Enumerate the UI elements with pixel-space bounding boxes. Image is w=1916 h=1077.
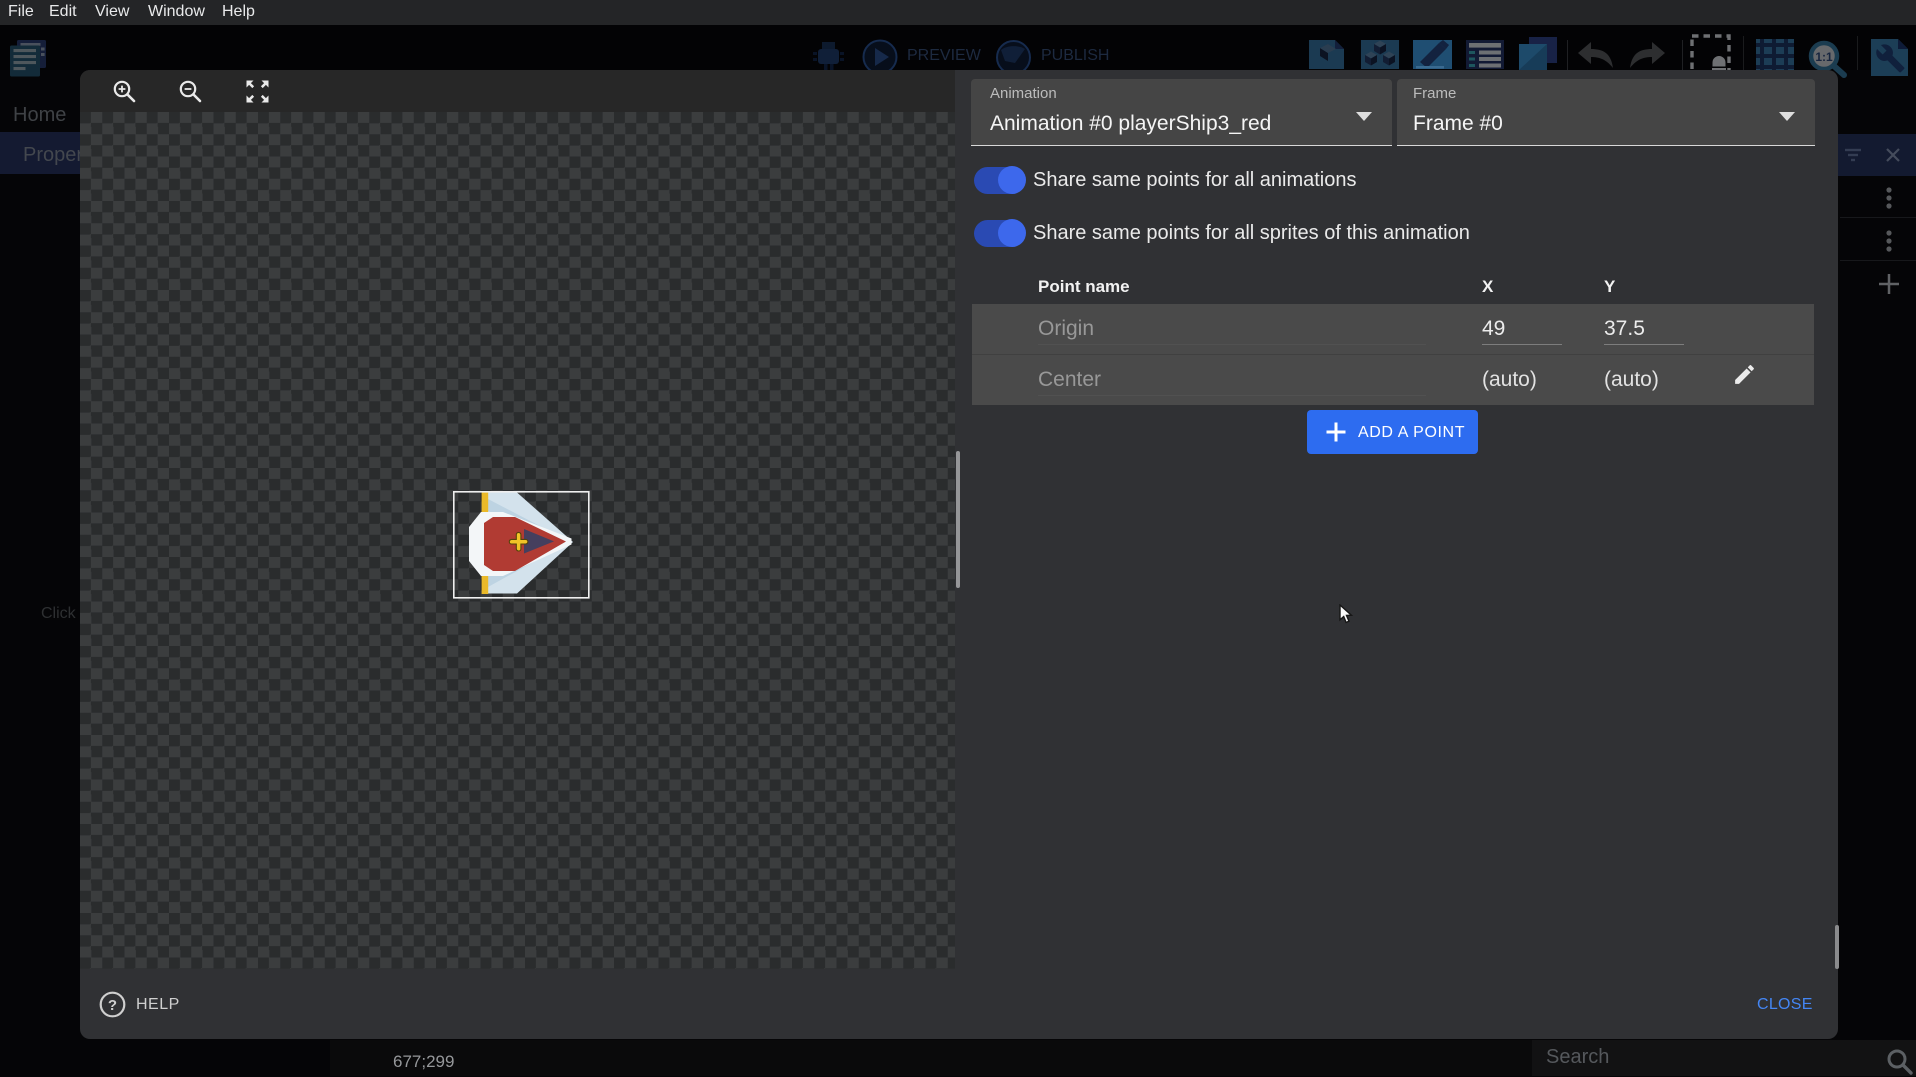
svg-text:?: ? (108, 997, 117, 1014)
svg-text:1:1: 1:1 (1815, 50, 1833, 64)
